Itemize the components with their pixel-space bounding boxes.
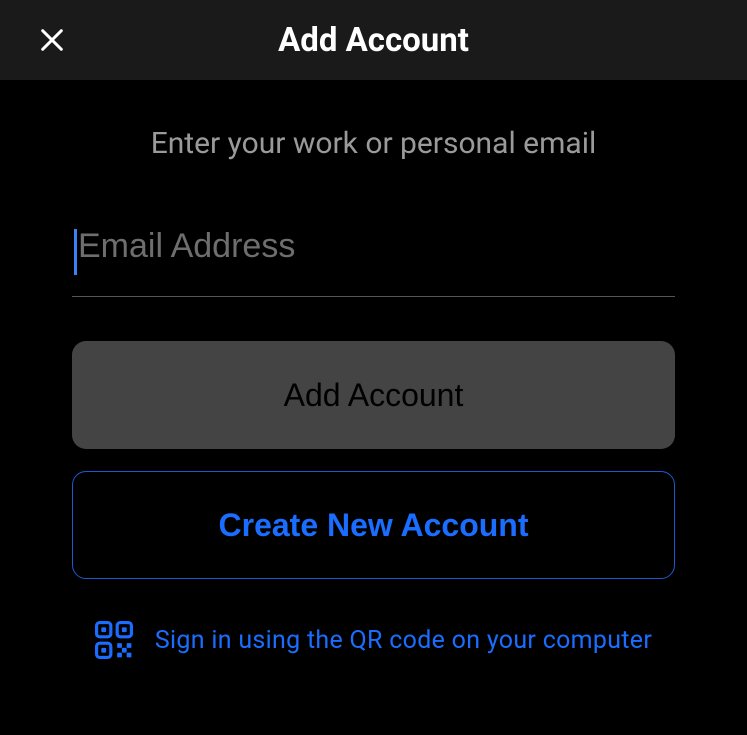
content-area: Enter your work or personal email Add Ac… <box>0 126 747 659</box>
add-account-button[interactable]: Add Account <box>72 341 675 449</box>
close-icon <box>36 24 68 56</box>
create-new-account-button[interactable]: Create New Account <box>72 471 675 579</box>
text-cursor <box>74 229 77 275</box>
email-field-wrap[interactable] <box>72 225 675 297</box>
qr-code-icon <box>95 621 133 659</box>
page-title: Add Account <box>0 21 747 60</box>
qr-sign-in-link[interactable]: Sign in using the QR code on your comput… <box>72 621 675 659</box>
qr-sign-in-label: Sign in using the QR code on your comput… <box>155 626 652 655</box>
close-button[interactable] <box>32 20 72 60</box>
header-bar: Add Account <box>0 0 747 80</box>
instruction-text: Enter your work or personal email <box>72 126 675 161</box>
email-field[interactable] <box>72 225 675 266</box>
create-new-account-button-label: Create New Account <box>219 507 529 544</box>
add-account-button-label: Add Account <box>284 377 464 414</box>
